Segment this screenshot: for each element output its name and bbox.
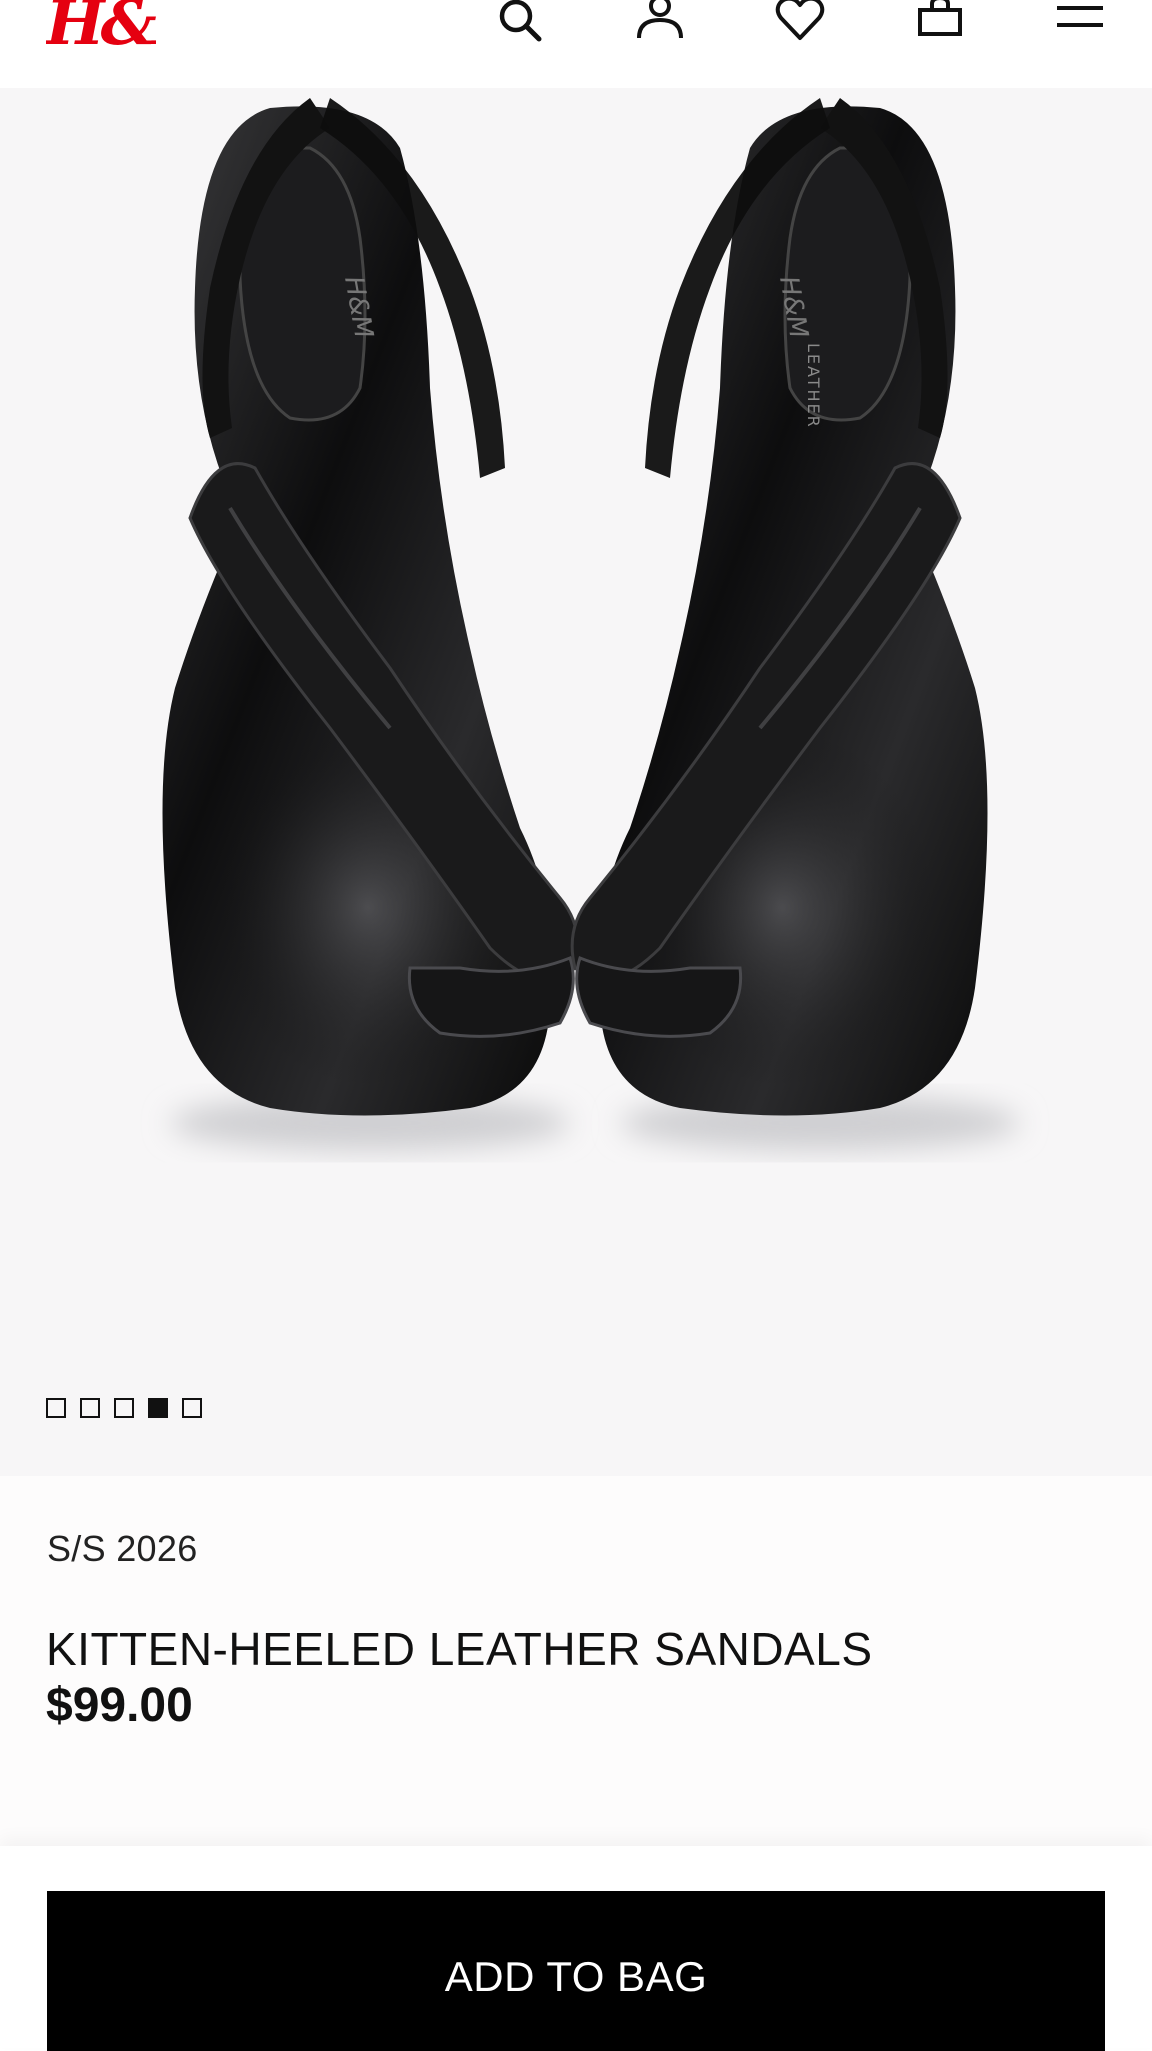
hm-logo[interactable]: H&M xyxy=(44,0,228,59)
pagination-dot[interactable] xyxy=(182,1398,202,1418)
logo-text: H&M xyxy=(46,0,156,56)
left-sandal: H&M xyxy=(162,98,580,1116)
add-to-bag-button[interactable]: ADD TO BAG xyxy=(47,1891,1105,2051)
product-image-gallery[interactable]: H&M H&M LEATHER xyxy=(0,88,1152,1476)
shopping-bag-icon[interactable] xyxy=(914,0,966,48)
product-title: KITTEN-HEELED LEATHER SANDALS xyxy=(46,1623,873,1675)
menu-icon[interactable] xyxy=(1054,0,1106,48)
pagination-dot[interactable] xyxy=(114,1398,134,1418)
pagination-dot[interactable] xyxy=(80,1398,100,1418)
favorites-icon[interactable] xyxy=(774,0,826,48)
search-icon[interactable] xyxy=(494,0,546,48)
image-pagination xyxy=(46,1398,202,1418)
product-info: S/S 2026 KITTEN-HEELED LEATHER SANDALS $… xyxy=(0,1476,1152,1846)
product-price: $99.00 xyxy=(46,1679,193,1732)
site-header: H&M xyxy=(0,0,1152,88)
pagination-dot[interactable] xyxy=(148,1398,168,1418)
svg-text:LEATHER: LEATHER xyxy=(804,343,823,429)
account-icon[interactable] xyxy=(634,0,686,48)
right-sandal: H&M LEATHER xyxy=(570,98,988,1116)
pagination-dot[interactable] xyxy=(46,1398,66,1418)
season-label: S/S 2026 xyxy=(47,1528,198,1569)
sticky-buy-bar: ADD TO BAG xyxy=(0,1846,1152,2051)
sandals-product-image: H&M H&M LEATHER xyxy=(162,98,1020,1151)
